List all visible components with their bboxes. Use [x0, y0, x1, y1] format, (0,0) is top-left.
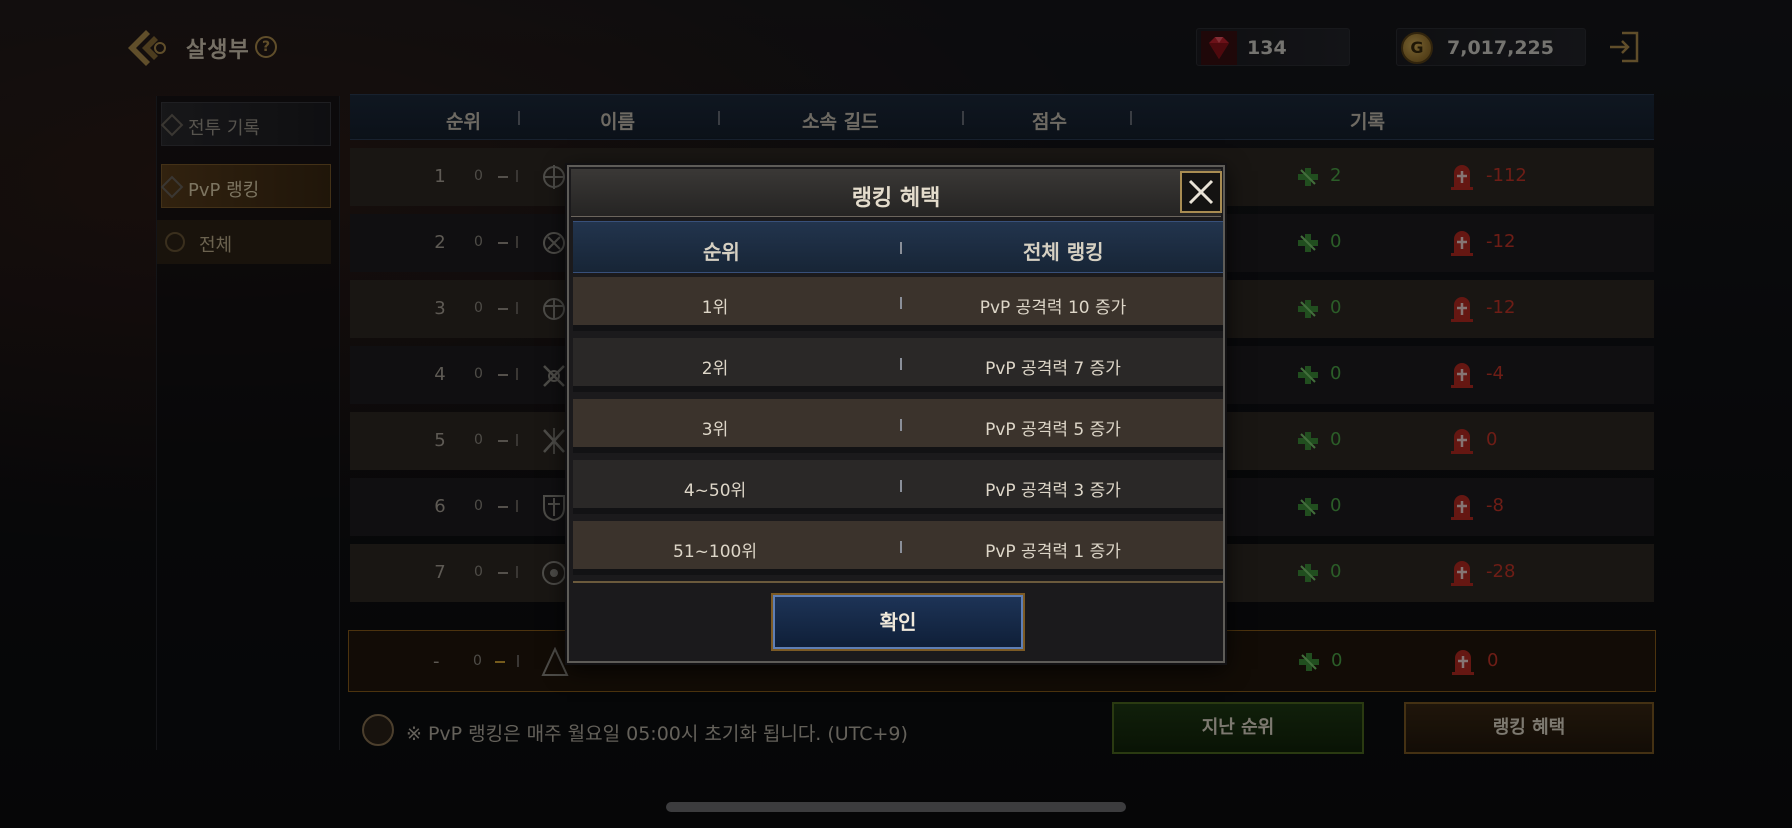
reward-rank: 51~100위 — [673, 542, 757, 562]
reward-row: 4~50위 PvP 공격력 3 증가 — [573, 460, 1223, 514]
reward-rank: 1위 — [701, 298, 729, 318]
column-separator — [900, 242, 902, 254]
column-separator — [900, 419, 902, 431]
close-icon — [1188, 179, 1214, 205]
modal-title: 랭킹 혜택 — [851, 186, 941, 211]
column-separator — [900, 541, 902, 553]
confirm-button[interactable]: 확인 — [771, 593, 1025, 651]
close-button[interactable] — [1180, 171, 1222, 213]
modal-header: 랭킹 혜택 — [571, 169, 1221, 217]
reward-text: PvP 공격력 5 증가 — [985, 420, 1121, 440]
column-rank: 순위 — [703, 240, 740, 264]
reward-row: 51~100위 PvP 공격력 1 증가 — [573, 521, 1223, 575]
column-separator — [900, 480, 902, 492]
reward-text: PvP 공격력 7 증가 — [985, 359, 1121, 379]
reward-rank: 2위 — [701, 359, 729, 379]
reward-rank: 3위 — [701, 420, 729, 440]
column-separator — [900, 297, 902, 309]
ranking-reward-modal: 랭킹 혜택 순위 전체 랭킹 1위 PvP 공격력 10 증가 2위 PvP 공… — [567, 165, 1225, 663]
reward-text: PvP 공격력 1 증가 — [985, 542, 1121, 562]
column-overall-ranking: 전체 랭킹 — [1023, 240, 1104, 264]
column-separator — [900, 358, 902, 370]
reward-row: 2위 PvP 공격력 7 증가 — [573, 338, 1223, 392]
reward-rank: 4~50위 — [683, 481, 747, 501]
reward-table-header: 순위 전체 랭킹 — [573, 221, 1223, 273]
reward-row: 1위 PvP 공격력 10 증가 — [573, 277, 1223, 331]
divider — [573, 581, 1223, 583]
reward-text: PvP 공격력 3 증가 — [985, 481, 1121, 501]
reward-row: 3위 PvP 공격력 5 증가 — [573, 399, 1223, 453]
reward-text: PvP 공격력 10 증가 — [979, 298, 1127, 318]
